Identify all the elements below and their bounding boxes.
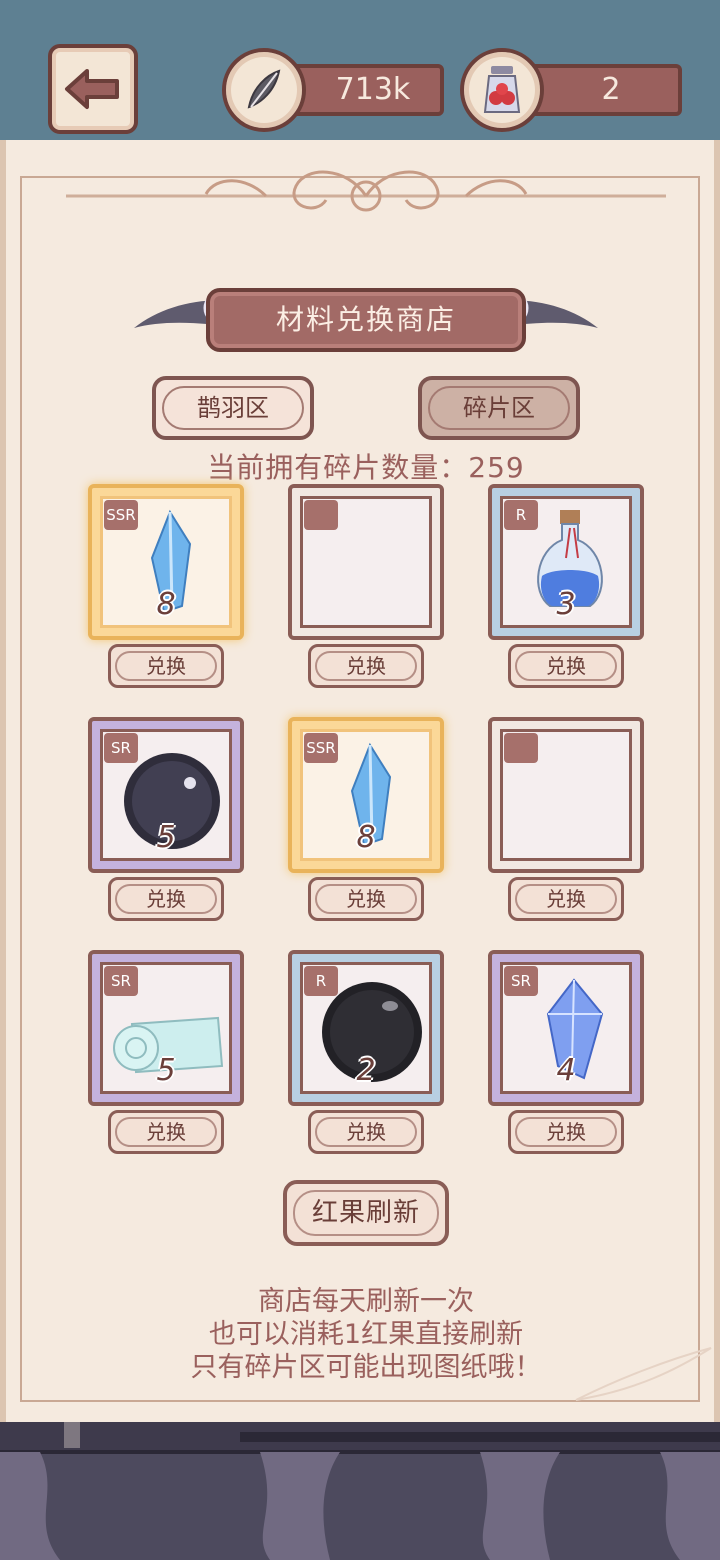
item-quantity: 8: [156, 587, 176, 622]
rarity-badge: SSR: [304, 733, 338, 763]
feather-icon: [222, 48, 306, 132]
tab-fragment-zone[interactable]: 碎片区: [418, 376, 580, 440]
item-quantity: 8: [356, 820, 376, 855]
cave-background-icon: [0, 1422, 720, 1560]
floral-ornament-icon: [66, 170, 666, 212]
feather-resource: 713k: [222, 48, 444, 132]
item-quantity: 3: [556, 587, 576, 622]
rarity-badge: [304, 500, 338, 530]
rarity-badge: SR: [504, 966, 538, 996]
exchange-button-3[interactable]: 兑换: [508, 644, 624, 688]
shop-panel: 材料兑换商店 鹊羽区 碎片区 当前拥有碎片数量：259 SSR 8 R 3 兑换: [0, 140, 720, 1422]
item-slot-1[interactable]: SSR 8: [88, 484, 244, 640]
item-quantity: 5: [156, 820, 176, 855]
note-line-1: 商店每天刷新一次: [258, 1286, 474, 1317]
exchange-button-4[interactable]: 兑换: [108, 877, 224, 921]
exchange-button-6[interactable]: 兑换: [508, 877, 624, 921]
item-slot-2[interactable]: [288, 484, 444, 640]
item-quantity: 5: [156, 1053, 176, 1088]
item-quantity: 4: [556, 1053, 576, 1088]
rarity-badge: SR: [104, 733, 138, 763]
rarity-badge: SSR: [104, 500, 138, 530]
fragment-count: 当前拥有碎片数量：259: [207, 451, 525, 484]
item-slot-9[interactable]: SR 4: [488, 950, 644, 1106]
item-slot-5[interactable]: SSR 8: [288, 717, 444, 873]
rarity-badge: R: [304, 966, 338, 996]
item-quantity: 2: [356, 1053, 376, 1088]
rarity-badge: [504, 733, 538, 763]
item-slot-8[interactable]: R 2: [288, 950, 444, 1106]
shop-title: 材料兑换商店: [206, 288, 526, 352]
item-slot-4[interactable]: SR 5: [88, 717, 244, 873]
exchange-button-1[interactable]: 兑换: [108, 644, 224, 688]
rarity-badge: R: [504, 500, 538, 530]
top-bar: 713k 2: [0, 0, 720, 140]
back-button[interactable]: [48, 44, 138, 134]
tab-feather-zone[interactable]: 鹊羽区: [152, 376, 314, 440]
item-slot-3[interactable]: R 3: [488, 484, 644, 640]
berry-refresh-button[interactable]: 红果刷新: [283, 1180, 449, 1246]
exchange-button-8[interactable]: 兑换: [308, 1110, 424, 1154]
berry-resource: 2: [460, 48, 682, 132]
exchange-button-5[interactable]: 兑换: [308, 877, 424, 921]
rarity-badge: SR: [104, 966, 138, 996]
feather-decoration-icon: [575, 1347, 712, 1401]
exchange-button-9[interactable]: 兑换: [508, 1110, 624, 1154]
arrow-left-icon: [65, 69, 119, 109]
berry-jar-icon: [460, 48, 544, 132]
item-slot-7[interactable]: SR 5: [88, 950, 244, 1106]
background-scene: [0, 1422, 720, 1560]
item-slot-6[interactable]: [488, 717, 644, 873]
exchange-button-2[interactable]: 兑换: [308, 644, 424, 688]
exchange-button-7[interactable]: 兑换: [108, 1110, 224, 1154]
